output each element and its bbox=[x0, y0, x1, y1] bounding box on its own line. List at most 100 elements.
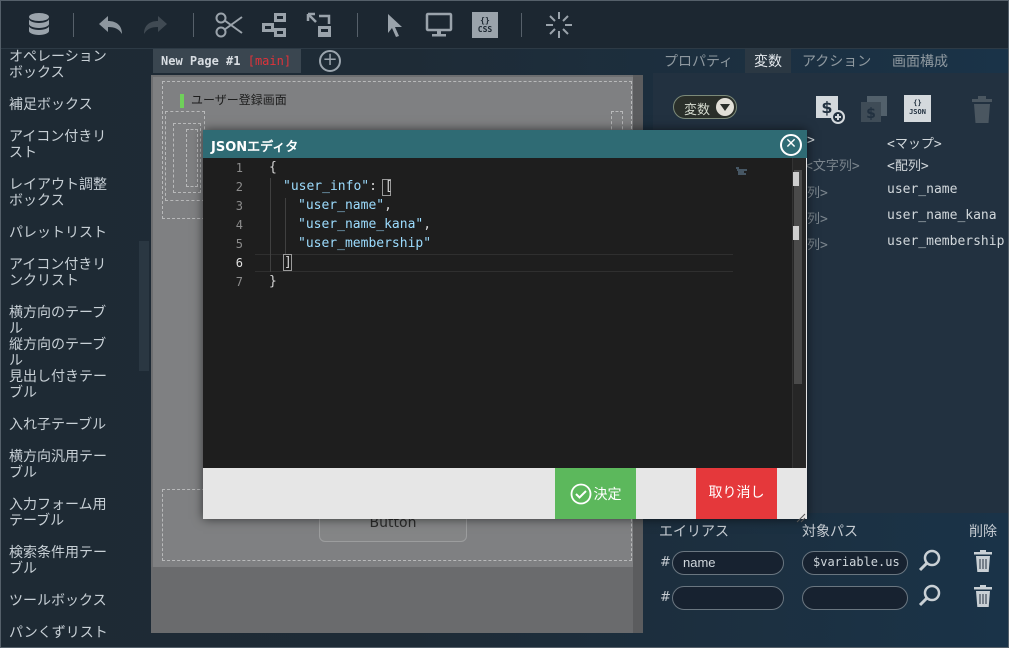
search-icon[interactable] bbox=[918, 549, 941, 573]
json-editor-icon[interactable]: {} JSON bbox=[904, 95, 932, 123]
code-editor[interactable]: 1 2 3 4 5 6 7 { "user_info": [ "user_nam… bbox=[203, 158, 806, 468]
palette-item[interactable]: 補足ボックス bbox=[1, 97, 121, 113]
palette-item[interactable]: 検索条件用テーブル bbox=[1, 545, 121, 577]
line-number: 4 bbox=[235, 218, 243, 232]
editor-scrollbar-thumb[interactable] bbox=[794, 170, 802, 384]
screen-marker bbox=[180, 94, 184, 108]
tab-actions[interactable]: アクション bbox=[793, 49, 880, 73]
code-token: { bbox=[269, 160, 277, 175]
delete-column-header: 削除 bbox=[969, 524, 997, 540]
loading-spinner-icon[interactable] bbox=[543, 9, 575, 41]
tab-properties[interactable]: プロパティ bbox=[655, 49, 742, 73]
variable-name[interactable]: user_name_kana bbox=[887, 208, 997, 223]
indent-guide bbox=[270, 178, 271, 272]
code-token: "user_name_kana" bbox=[298, 217, 424, 232]
variable-type: <配列> bbox=[887, 159, 929, 174]
screen-label: ユーザー登録画面 bbox=[191, 93, 287, 107]
css-icon-label: CSS bbox=[477, 25, 493, 34]
page-tab-title: New Page #1 bbox=[161, 54, 241, 68]
minimap[interactable] bbox=[735, 160, 757, 175]
json-icon-label: JSON bbox=[909, 108, 926, 116]
toolbar-separator bbox=[521, 13, 522, 37]
variable-name[interactable]: user_membership bbox=[887, 234, 1004, 249]
variable-type: 列> bbox=[807, 186, 828, 201]
code-line: ] bbox=[284, 255, 292, 270]
undo-icon[interactable] bbox=[95, 9, 127, 41]
close-icon[interactable]: ✕ bbox=[780, 134, 802, 156]
variable-dropdown[interactable]: 変数 bbox=[673, 95, 737, 119]
palette-item[interactable]: オペレーションボックス bbox=[1, 49, 121, 81]
palette-item[interactable]: アイコン付きリスト bbox=[1, 129, 121, 161]
import-icon[interactable] bbox=[303, 9, 335, 41]
cut-icon[interactable] bbox=[213, 9, 245, 41]
code-token: "user_membership" bbox=[298, 236, 432, 251]
confirm-button[interactable]: 決定 bbox=[555, 468, 636, 519]
toolbar-separator bbox=[357, 13, 358, 37]
line-number: 2 bbox=[235, 180, 243, 194]
line-number: 6 bbox=[235, 256, 243, 270]
path-column-header: 対象パス bbox=[802, 524, 858, 540]
canvas-inner-box[interactable] bbox=[186, 129, 198, 187]
line-number: 1 bbox=[235, 161, 243, 175]
tab-variables[interactable]: 変数 bbox=[745, 49, 791, 73]
css-icon[interactable]: {} CSS bbox=[469, 9, 501, 41]
trash-icon[interactable] bbox=[972, 549, 994, 573]
palette-item[interactable]: 横方向汎用テーブル bbox=[1, 449, 121, 481]
tab-page[interactable]: New Page #1 [main] bbox=[153, 49, 301, 73]
palette-scrollbar[interactable] bbox=[139, 241, 149, 371]
variable-type: 列> bbox=[807, 212, 828, 227]
cancel-button[interactable]: 取り消し bbox=[696, 468, 777, 519]
svg-text:$: $ bbox=[866, 106, 876, 122]
redo-icon[interactable] bbox=[139, 9, 171, 41]
palette-item[interactable]: パンくずリスト bbox=[1, 625, 121, 641]
line-number: 7 bbox=[235, 275, 243, 289]
palette-item[interactable]: 見出し付きテーブル bbox=[1, 369, 121, 401]
alias-hash: # bbox=[660, 590, 671, 605]
alias-column-header: エイリアス bbox=[659, 524, 729, 540]
path-input[interactable]: $variable.us bbox=[802, 551, 908, 575]
palette-item[interactable]: 入れ子テーブル bbox=[1, 417, 121, 433]
line-number: 5 bbox=[235, 237, 243, 251]
search-icon[interactable] bbox=[918, 584, 941, 608]
select-pointer-icon[interactable] bbox=[379, 9, 411, 41]
variable-name[interactable]: user_name bbox=[887, 182, 957, 197]
component-palette: オペレーションボックス 補足ボックス アイコン付きリスト レイアウト調整ボックス… bbox=[1, 49, 138, 647]
alias-input[interactable]: name bbox=[672, 551, 784, 575]
code-token: , bbox=[384, 198, 392, 213]
line-number-gutter: 1 2 3 4 5 6 7 bbox=[203, 158, 255, 468]
add-variable-icon[interactable]: $ bbox=[815, 95, 845, 124]
code-line: { bbox=[269, 160, 277, 175]
variable-dropdown-label: 変数 bbox=[684, 103, 711, 118]
palette-item[interactable]: ツールボックス bbox=[1, 593, 121, 609]
line-number: 3 bbox=[235, 199, 243, 213]
canvas-footer-area bbox=[151, 567, 643, 633]
trash-icon[interactable] bbox=[972, 584, 994, 608]
alias-input[interactable] bbox=[672, 586, 784, 610]
code-token: "user_name" bbox=[298, 198, 385, 213]
path-input[interactable] bbox=[802, 586, 908, 610]
palette-item[interactable]: アイコン付きリンクリスト bbox=[1, 257, 121, 289]
database-icon[interactable] bbox=[23, 9, 55, 41]
resize-handle-icon[interactable] bbox=[796, 508, 806, 523]
tab-screen-structure[interactable]: 画面構成 bbox=[883, 49, 957, 73]
confirm-button-label: 決定 bbox=[593, 486, 622, 503]
page-tab-branch: [main] bbox=[247, 54, 292, 68]
copy-variable-icon[interactable]: $ bbox=[859, 95, 887, 123]
main-toolbar: {} CSS bbox=[1, 1, 1008, 49]
scrollbar-marker bbox=[793, 226, 799, 240]
palette-item[interactable]: レイアウト調整ボックス bbox=[1, 177, 121, 209]
code-token: ] bbox=[284, 255, 292, 270]
chevron-down-icon bbox=[716, 98, 734, 116]
trash-icon[interactable] bbox=[969, 95, 997, 123]
variable-type: > bbox=[807, 133, 815, 148]
dialog-header: JSONエディタ bbox=[203, 130, 807, 158]
preview-monitor-icon[interactable] bbox=[423, 9, 455, 41]
code-token: [ bbox=[384, 179, 393, 194]
palette-item[interactable]: 横方向のテーブル bbox=[1, 305, 121, 337]
palette-item[interactable]: 縦方向のテーブル bbox=[1, 337, 121, 369]
add-page-button[interactable]: + bbox=[319, 50, 341, 72]
palette-item[interactable]: パレットリスト bbox=[1, 225, 121, 241]
palette-item[interactable]: 入力フォーム用テーブル bbox=[1, 497, 121, 529]
component-icon[interactable] bbox=[259, 9, 291, 41]
code-line: } bbox=[269, 274, 277, 289]
